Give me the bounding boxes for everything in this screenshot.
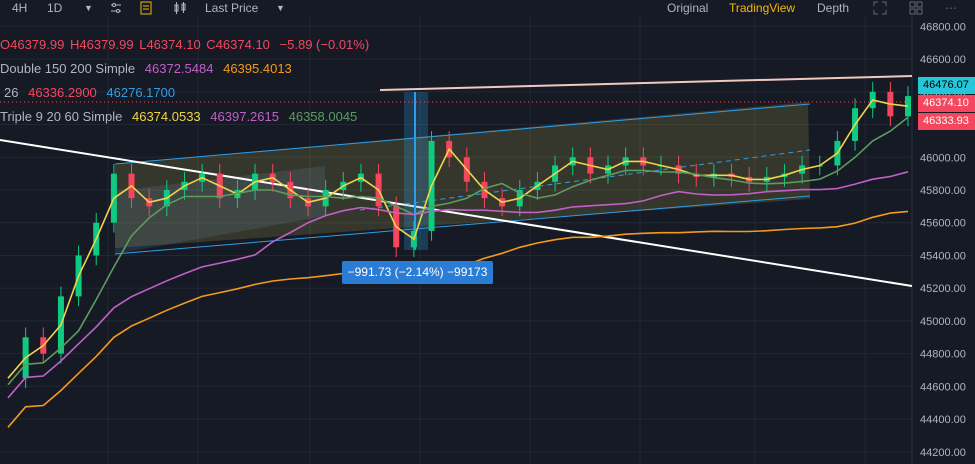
double-ma-label: Double 150 200 Simple: [0, 61, 136, 76]
legend-close: C46374.10: [206, 37, 270, 52]
line3-label: 26: [4, 85, 19, 100]
y-tick-label-0: 46800.00: [920, 21, 966, 33]
low-price-tag: 46333.93: [918, 113, 975, 130]
price-type-dropdown-icon[interactable]: ▼: [276, 0, 285, 16]
interval-1d-button[interactable]: 1D: [47, 0, 62, 16]
y-tick-label-6: 45600.00: [920, 218, 966, 230]
resistance-line: [379, 75, 913, 91]
legend-open: O46379.99: [0, 37, 65, 52]
triple-ma-value-1: 46374.0533: [131, 109, 201, 124]
interval-dropdown-icon[interactable]: ▼: [84, 0, 93, 16]
layout-grid-icon[interactable]: [909, 1, 923, 15]
last-price-tag: 46374.10: [918, 95, 975, 112]
candlestick-icon[interactable]: [173, 1, 187, 15]
double-ma-value-1: 46372.5484: [144, 61, 214, 76]
triple-ma-value-2: 46397.2615: [210, 109, 279, 124]
settings-sliders-icon[interactable]: [109, 1, 123, 15]
y-tick-label-4: 46000.00: [920, 152, 966, 164]
measure-range-box: [404, 92, 428, 250]
y-tick-label-1: 46600.00: [920, 54, 966, 66]
fullscreen-icon[interactable]: [873, 1, 887, 15]
indicator-icon[interactable]: [139, 1, 153, 15]
view-original-tab[interactable]: Original: [667, 0, 708, 16]
price-type-label[interactable]: Last Price: [205, 0, 258, 16]
legend-low: L46374.10: [139, 37, 201, 52]
crosshair-price-tag: 46476.07: [918, 77, 975, 94]
y-tick-label-12: 44400.00: [920, 414, 966, 426]
double-ma-legend: Double 150 200 Simple 46372.5484 46395.4…: [0, 60, 298, 78]
interval-4h-button[interactable]: 4H: [12, 0, 27, 16]
y-tick-label-7: 45400.00: [920, 250, 966, 262]
ohlc-legend: O46379.99 H46379.99 L46374.10 C46374.10 …: [0, 36, 375, 54]
view-depth-tab[interactable]: Depth: [817, 0, 849, 16]
y-tick-label-13: 44200.00: [920, 447, 966, 459]
y-tick-label-8: 45200.00: [920, 283, 966, 295]
measure-tool-label: −991.73 (−2.14%) −99173: [342, 261, 493, 284]
line3-value-2: 46276.1700: [106, 85, 176, 100]
triple-ma-value-3: 46358.0045: [288, 109, 358, 124]
chart-toolbar: 4H 1D ▼ Last Price ▼ Original TradingVie…: [0, 0, 975, 16]
line3-value-1: 46336.2900: [28, 85, 97, 100]
triple-ma-legend: Triple 9 20 60 Simple 46374.0533 46397.2…: [0, 108, 363, 126]
legend-high: H46379.99: [69, 37, 134, 52]
more-options-icon[interactable]: ⋯: [945, 0, 957, 16]
double-ma-value-2: 46395.4013: [223, 61, 292, 76]
y-tick-label-5: 45800.00: [920, 185, 966, 197]
y-tick-label-10: 44800.00: [920, 349, 966, 361]
legend-change: −5.89 (−0.01%): [279, 37, 370, 52]
y-tick-label-9: 45000.00: [920, 316, 966, 328]
line3-legend: 26 46336.2900 46276.1700: [4, 84, 181, 102]
y-tick-label-11: 44600.00: [920, 381, 966, 393]
view-tradingview-tab[interactable]: TradingView: [729, 0, 795, 16]
triple-ma-label: Triple 9 20 60 Simple: [0, 109, 123, 124]
